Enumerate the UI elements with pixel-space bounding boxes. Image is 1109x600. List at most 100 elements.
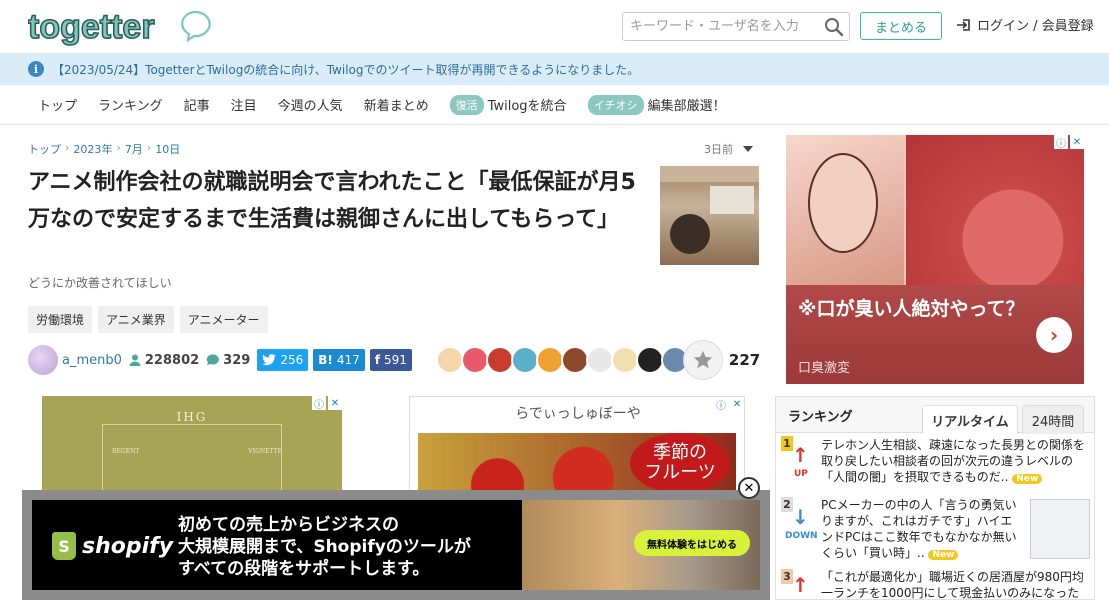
togetter-logo[interactable]: togetter (28, 6, 218, 46)
ranking-thumbnail[interactable] (1030, 499, 1090, 559)
search-input[interactable] (623, 13, 813, 40)
ranking-item-text: 「これが最適化か」職場近くの居酒屋が980円均一ランチを1000円にして現金払い… (821, 570, 1084, 600)
page-title: アニメ制作会社の就職説明会で言われたこと「最低保証が月5万なので安定するまで生活… (28, 170, 636, 232)
avatar[interactable] (510, 346, 539, 374)
star-icon (693, 350, 713, 369)
list-item[interactable]: 3 ↑ 「これが最適化か」職場近くの居酒屋が980円均一ランチを1000円にして… (776, 567, 1094, 600)
info-icon: i (28, 61, 44, 77)
nav-ranking[interactable]: ランキング (98, 95, 163, 114)
hatena-bookmark-icon: B! (318, 353, 333, 367)
shopify-copy-line: すべての段階をサポートします。 (178, 559, 430, 579)
tag[interactable]: 労働環境 (28, 306, 93, 333)
ranking-item-text: PCメーカーの中の人「言うの勇気いりますが、これはガチです」ハイエンドPCはここ… (821, 498, 1017, 560)
login-link[interactable]: ログイン / 会員登録 (956, 15, 1094, 34)
nav-weekly-popular[interactable]: 今週の人気 (278, 95, 343, 114)
breadcrumb: トップ › 2023年 › 7月 › 10日 (28, 141, 180, 157)
close-icon[interactable]: ✕ (1070, 135, 1084, 149)
favorite-button[interactable] (682, 340, 723, 380)
facebook-share-button[interactable]: f 591 (369, 349, 412, 371)
time-ago-label: 3日前 (704, 143, 733, 156)
notice-text[interactable]: 【2023/05/24】TogetterとTwilogの統合に向け、Twilog… (52, 61, 639, 78)
chevron-down-icon (743, 146, 753, 152)
person-icon (129, 354, 141, 366)
list-item[interactable]: 2 ↓ DOWN PCメーカーの中の人「言うの勇気いりますが、これはガチです」ハ… (776, 495, 1094, 567)
svg-text:togetter: togetter (28, 8, 155, 46)
nav-twilog[interactable]: 復活 Twilogを統合 (449, 94, 567, 115)
facebook-icon: f (374, 353, 380, 367)
ihg-brand: REGENT (112, 448, 140, 455)
hatena-count: 417 (336, 353, 360, 367)
twitter-bird-icon (262, 354, 276, 366)
view-count: 228802 (128, 353, 199, 368)
fruit-badge-top: 季節の (653, 442, 707, 463)
tag-list: 労働環境 アニメ業界 アニメーター (28, 306, 268, 333)
article-stats: a_menb0 228802 329 256 B! 417 f 591 227 (28, 340, 761, 380)
time-ago-dropdown[interactable]: 3日前 (704, 141, 753, 157)
article-description: どうにか改善されてほしい (28, 276, 172, 290)
breadcrumb-top[interactable]: トップ (28, 141, 61, 157)
ihg-brand-list: REGENT VIGNETTE (112, 448, 282, 455)
matome-button[interactable]: まとめる (860, 12, 942, 40)
close-ad-button[interactable]: ✕ (738, 477, 760, 499)
ihg-brand: VIGNETTE (248, 448, 282, 455)
info-icon[interactable]: ⓘ (312, 396, 326, 411)
view-count-value: 228802 (144, 352, 200, 368)
ad-headline: ※口が臭い人絶対やって？ (798, 298, 1025, 320)
chevron-right-icon[interactable]: › (1036, 317, 1072, 353)
article-thumbnail[interactable] (660, 166, 759, 265)
ihg-logo: IHG (176, 410, 208, 424)
avatar[interactable] (435, 346, 464, 374)
shopify-copy-line: 初めての売上からビジネスの (178, 515, 399, 535)
arrow-up-icon: ↑ (792, 573, 809, 597)
avatar[interactable] (460, 346, 489, 374)
tab-24h[interactable]: 24時間 (1022, 405, 1084, 434)
nav-featured[interactable]: 注目 (231, 95, 257, 114)
ranking-title: ランキング (788, 410, 853, 425)
info-icon[interactable]: ⓘ (714, 397, 728, 412)
ad-image (786, 135, 904, 285)
nav-top[interactable]: トップ (38, 95, 77, 114)
comment-count[interactable]: 329 (206, 353, 250, 368)
breadcrumb-year[interactable]: 2023年 (73, 141, 112, 157)
free-trial-button[interactable]: 無料体験をはじめる (634, 530, 750, 556)
fruit-shop-name: らでぃっしゅぼーや (515, 406, 641, 422)
ad-choices[interactable]: ⓘ ✕ (312, 396, 342, 411)
nav-articles[interactable]: 記事 (184, 95, 210, 114)
avatar[interactable] (610, 346, 639, 374)
comment-bubble-icon (206, 354, 220, 366)
facebook-count: 591 (383, 353, 407, 367)
notice-bar[interactable]: i 【2023/05/24】TogetterとTwilogの統合に向け、Twil… (0, 53, 1109, 85)
tab-realtime[interactable]: リアルタイム (922, 405, 1018, 434)
sidebar-ad[interactable]: ※口が臭い人絶対やって？ 口臭激変 › ⓘ ✕ (786, 135, 1084, 384)
breadcrumb-month[interactable]: 7月 (125, 141, 143, 157)
favorite-users (435, 340, 723, 380)
nav-new[interactable]: 新着まとめ (364, 95, 429, 114)
twitter-share-button[interactable]: 256 (257, 349, 309, 371)
tag[interactable]: アニメーター (179, 306, 268, 333)
search-icon[interactable] (824, 17, 844, 37)
info-icon[interactable]: ⓘ (1054, 135, 1068, 150)
ad-choices[interactable]: ⓘ ✕ (1054, 135, 1084, 150)
list-item[interactable]: 1 ↑ UP テレホン人生相談、疎遠になった長男との関係を取り戻したい相談者の回… (776, 433, 1094, 495)
pick-badge: イチオシ (587, 94, 644, 115)
breadcrumb-day[interactable]: 10日 (155, 141, 180, 157)
nav-twilog-label: Twilogを統合 (487, 99, 567, 114)
hatena-bookmark-button[interactable]: B! 417 (313, 349, 365, 371)
avatar[interactable] (28, 345, 58, 375)
tweet-count: 256 (280, 353, 304, 367)
ad-choices[interactable]: ⓘ ✕ (714, 397, 744, 412)
author-link[interactable]: a_menb0 (62, 353, 122, 368)
ad-image (906, 135, 1084, 285)
avatar[interactable] (560, 346, 589, 374)
avatar[interactable] (585, 346, 614, 374)
avatar[interactable] (485, 346, 514, 374)
avatar[interactable] (535, 346, 564, 374)
nav-editor-pick[interactable]: イチオシ 編集部厳選！ (587, 94, 726, 115)
shopify-ad[interactable]: S shopify 初めての売上からビジネスの 大規模展開まで、Shopifyの… (22, 490, 770, 600)
close-icon[interactable]: ✕ (328, 396, 342, 410)
ranking-panel: ランキング リアルタイム 24時間 1 ↑ UP テレホン人生相談、疎遠になった… (775, 396, 1095, 600)
avatar[interactable] (635, 346, 664, 374)
favorite-count: 227 (728, 351, 761, 369)
tag[interactable]: アニメ業界 (98, 306, 174, 333)
close-icon[interactable]: ✕ (730, 397, 744, 411)
